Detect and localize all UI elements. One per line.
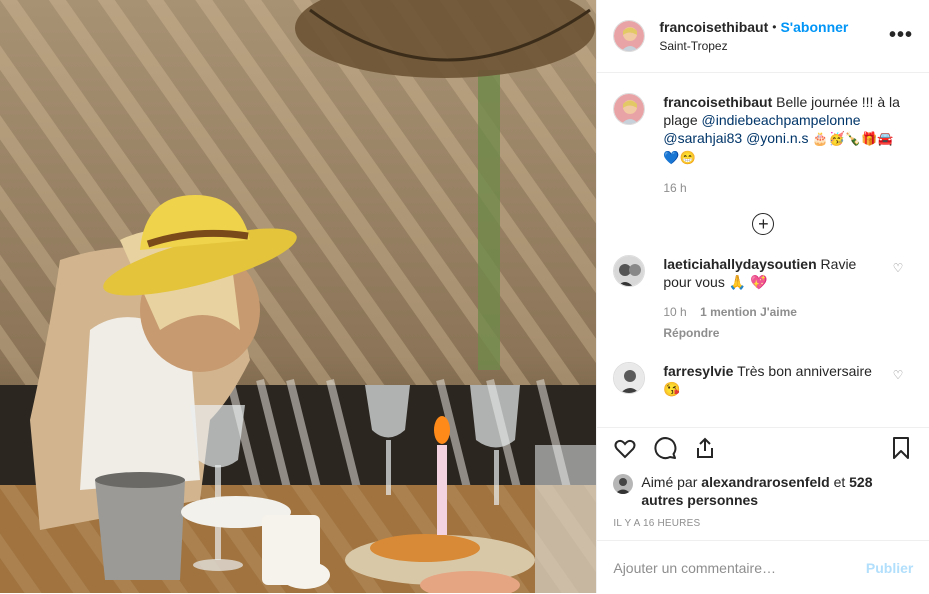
liker-username[interactable]: alexandrarosenfeld [701, 474, 829, 490]
post-photo[interactable] [0, 0, 597, 593]
bookmark-icon[interactable] [889, 436, 913, 463]
follow-button[interactable]: S'abonner [780, 19, 848, 35]
comment-like-icon[interactable]: ♡ [893, 368, 904, 382]
comment-meta: 10 h 1 mention J'aime Répondre [663, 303, 878, 342]
mention-link[interactable]: @yoni.n.s [746, 130, 808, 146]
more-options-icon[interactable]: ••• [889, 24, 913, 47]
post-actions [597, 436, 929, 472]
comments-list[interactable]: francoisethibaut Belle journée !!! à la … [597, 73, 929, 428]
comment-item: laeticiahallydaysoutien Ravie pour vous … [597, 255, 929, 342]
caption-username[interactable]: francoisethibaut [663, 94, 772, 110]
instagram-post: francoisethibaut • S'abonner Saint-Trope… [0, 0, 929, 593]
post-caption: francoisethibaut Belle journée !!! à la … [597, 73, 929, 197]
reply-button[interactable]: Répondre [663, 324, 868, 342]
post-location[interactable]: Saint-Tropez [659, 39, 848, 53]
comment-avatar-image [614, 363, 645, 393]
caption-time[interactable]: 16 h [663, 179, 903, 197]
caption-avatar[interactable] [613, 93, 646, 125]
comment-username[interactable]: laeticiahallydaysoutien [663, 256, 816, 272]
likes-prefix: Aimé par [641, 474, 698, 490]
caption-emoji: 🎂🥳🍾🎁🚘 [812, 131, 894, 146]
likes-text: Aimé par alexandrarosenfeld et 528 autre… [641, 473, 901, 509]
post-photo-illustration [0, 0, 597, 593]
header-separator: • [772, 20, 777, 34]
liker-avatar[interactable] [613, 474, 634, 494]
header-line: francoisethibaut • S'abonner [659, 19, 848, 35]
post-side-panel: francoisethibaut • S'abonner Saint-Trope… [596, 0, 929, 593]
comment-input[interactable]: Ajouter un commentaire… [613, 560, 866, 576]
comment-body: laeticiahallydaysoutien Ravie pour vous … [663, 255, 878, 342]
caption-text-block: francoisethibaut Belle journée !!! à la … [663, 93, 903, 197]
post-header: francoisethibaut • S'abonner Saint-Trope… [597, 0, 929, 73]
comment-avatar-image [614, 256, 645, 286]
comment-username[interactable]: farresylvie [663, 363, 733, 379]
share-icon[interactable] [693, 436, 717, 463]
comment-avatar[interactable] [613, 255, 646, 287]
author-avatar[interactable] [613, 20, 646, 52]
comment-avatar[interactable] [613, 362, 646, 394]
mention-link[interactable]: @indiebeachpampelonne [702, 112, 861, 128]
load-more-comments[interactable]: + [597, 213, 929, 235]
comment-likes[interactable]: 1 mention J'aime [700, 305, 797, 319]
post-time-ago[interactable]: IL Y A 16 HEURES [613, 518, 700, 529]
comment-like-icon[interactable]: ♡ [893, 261, 904, 275]
mention-link[interactable]: @sarahjai83 [663, 130, 742, 146]
add-comment-bar: Ajouter un commentaire… Publier [597, 540, 929, 594]
likes-summary: Aimé par alexandrarosenfeld et 528 autre… [613, 473, 901, 509]
plus-circle-icon[interactable]: + [752, 213, 775, 235]
author-avatar-image [614, 21, 645, 51]
comment-body: farresylvie Très bon anniversaire 😘 [663, 362, 878, 398]
comment-icon[interactable] [653, 436, 677, 463]
heart-icon[interactable] [613, 436, 637, 463]
caption-emoji: 💙😁 [663, 150, 696, 165]
caption-avatar-image [614, 94, 645, 124]
likes-conj: et [833, 474, 846, 490]
publish-button[interactable]: Publier [866, 560, 913, 576]
author-username[interactable]: francoisethibaut [659, 19, 768, 35]
comment-item: farresylvie Très bon anniversaire 😘 ♡ [597, 362, 929, 398]
header-info: francoisethibaut • S'abonner Saint-Trope… [659, 19, 848, 53]
comment-time[interactable]: 10 h [663, 305, 686, 319]
